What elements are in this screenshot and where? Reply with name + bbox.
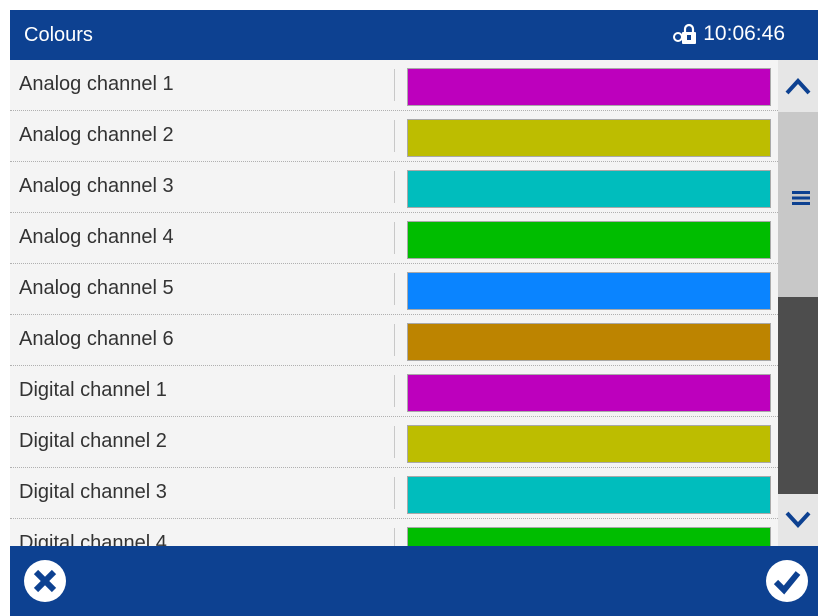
colour-swatch[interactable] [407,476,771,514]
channel-label: Analog channel 6 [19,328,174,350]
list-item[interactable]: Analog channel 1 [10,60,778,111]
colour-swatch[interactable] [407,272,771,310]
channel-label: Analog channel 2 [19,124,174,146]
cancel-button[interactable] [22,558,68,604]
channel-label: Digital channel 3 [19,481,167,503]
colour-swatch[interactable] [407,170,771,208]
close-circle-icon [24,560,66,602]
row-divider [394,477,395,509]
list-item[interactable]: Analog channel 3 [10,162,778,213]
list-item[interactable]: Digital channel 3 [10,468,778,519]
row-divider [394,222,395,254]
row-divider [394,426,395,458]
row-divider [394,375,395,407]
list-item[interactable]: Analog channel 2 [10,111,778,162]
channel-label: Digital channel 2 [19,430,167,452]
channel-colour-list: Analog channel 1 Analog channel 2 Analog c… [10,60,778,546]
chevron-up-icon [785,78,811,95]
chevron-down-icon [785,511,811,528]
row-divider [394,324,395,356]
list-item[interactable]: Analog channel 5 [10,264,778,315]
list-item[interactable]: Analog channel 4 [10,213,778,264]
screen: Colours 10:06:46 Analog channel 1 Analog … [10,10,818,616]
page-title: Colours [24,24,93,46]
scroll-thumb[interactable] [778,297,818,494]
colour-swatch[interactable] [407,68,771,106]
row-divider [394,528,395,546]
row-divider [394,120,395,152]
row-divider [394,273,395,305]
row-divider [394,171,395,203]
scrollbar[interactable] [778,60,818,546]
lock-icon [673,23,697,45]
channel-label: Digital channel 4 [19,532,167,546]
colour-swatch[interactable] [407,374,771,412]
clock-time: 10:06:46 [703,22,785,45]
scroll-track[interactable] [778,112,818,494]
status-clock: 10:06:46 [673,22,785,46]
channel-label: Analog channel 3 [19,175,174,197]
colour-swatch[interactable] [407,323,771,361]
confirm-button[interactable] [764,558,810,604]
row-divider [394,69,395,101]
list-item[interactable]: Digital channel 2 [10,417,778,468]
colour-swatch[interactable] [407,221,771,259]
footer-bar [10,546,818,616]
channel-label: Analog channel 4 [19,226,174,248]
colour-swatch[interactable] [407,119,771,157]
channel-label: Digital channel 1 [19,379,167,401]
title-bar: Colours 10:06:46 [10,10,818,60]
colour-swatch[interactable] [407,425,771,463]
list-item[interactable]: Analog channel 6 [10,315,778,366]
list-item[interactable]: Digital channel 1 [10,366,778,417]
channel-label: Analog channel 5 [19,277,174,299]
channel-label: Analog channel 1 [19,73,174,95]
scroll-down-button[interactable] [778,494,818,546]
menu-grip-icon [792,191,810,205]
colour-swatch[interactable] [407,527,771,546]
scroll-up-button[interactable] [778,60,818,112]
check-circle-icon [766,560,808,602]
list-item[interactable]: Digital channel 4 [10,519,778,546]
